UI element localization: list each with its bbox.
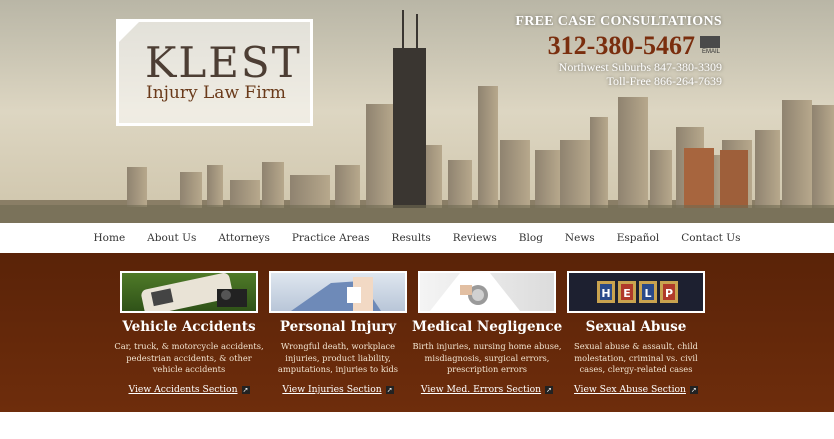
envelope-icon — [700, 36, 720, 48]
consultation-heading: FREE CASE CONSULTATIONS — [515, 14, 722, 29]
card-title: Vehicle Accidents — [122, 319, 256, 335]
medical-negligence-image[interactable] — [418, 271, 556, 313]
card-sexual-abuse: H E L P Sexual Abuse Sexual abuse & assa… — [561, 271, 711, 396]
link-text: View Med. Errors Section — [420, 384, 542, 395]
vehicle-accidents-image[interactable] — [120, 271, 258, 313]
help-letter-h: H — [601, 287, 610, 300]
stethoscope-icon — [430, 273, 520, 311]
link-text: View Accidents Section — [128, 384, 238, 395]
contact-block: FREE CASE CONSULTATIONS 312-380-5467 EMA… — [515, 14, 722, 88]
logo-name: KLEST — [145, 38, 302, 87]
nav-attorneys[interactable]: Attorneys — [207, 223, 280, 253]
external-arrow-icon: ➚ — [385, 385, 394, 394]
external-arrow-icon: ➚ — [689, 385, 698, 394]
tollfree-phone[interactable]: Toll-Free 866-264-7639 — [515, 74, 722, 88]
logo-corner-decoration — [119, 22, 139, 42]
card-title: Personal Injury — [279, 319, 397, 335]
view-sex-abuse-link[interactable]: View Sex Abuse Section ➚ — [574, 384, 698, 395]
email-link[interactable]: EMAIL — [700, 36, 722, 56]
help-letter-l: L — [644, 287, 651, 300]
card-description: Car, truck, & motorcycle accidents, pede… — [114, 341, 264, 374]
nav-blog[interactable]: Blog — [508, 223, 554, 253]
nav-about-us[interactable]: About Us — [136, 223, 207, 253]
external-arrow-icon: ➚ — [241, 385, 250, 394]
nav-espanol[interactable]: Español — [606, 223, 670, 253]
card-description: Birth injuries, nursing home abuse, misd… — [412, 341, 562, 374]
arm-bandage-icon — [291, 277, 381, 311]
help-blocks-icon: H E L P — [597, 281, 678, 303]
nav-news[interactable]: News — [554, 223, 606, 253]
nav-results[interactable]: Results — [381, 223, 442, 253]
phone-row: 312-380-5467 EMAIL — [515, 32, 722, 60]
firm-logo[interactable]: KLEST Injury Law Firm — [116, 19, 313, 126]
card-medical-negligence: Medical Negligence Birth injuries, nursi… — [412, 271, 562, 396]
view-accidents-link[interactable]: View Accidents Section ➚ — [128, 384, 250, 395]
email-label: EMAIL — [701, 49, 720, 55]
practice-areas-section: Vehicle Accidents Car, truck, & motorcyc… — [0, 253, 834, 412]
logo-tagline: Injury Law Firm — [146, 83, 286, 103]
nav-reviews[interactable]: Reviews — [442, 223, 508, 253]
link-text: View Sex Abuse Section — [574, 384, 686, 395]
northwest-phone[interactable]: Northwest Suburbs 847-380-3309 — [515, 60, 722, 74]
sexual-abuse-image[interactable]: H E L P — [567, 271, 705, 313]
nav-contact-us[interactable]: Contact Us — [670, 223, 751, 253]
link-text: View Injuries Section — [282, 384, 382, 395]
card-description: Sexual abuse & assault, child molestatio… — [574, 341, 698, 374]
nav-practice-areas[interactable]: Practice Areas — [281, 223, 381, 253]
card-vehicle-accidents: Vehicle Accidents Car, truck, & motorcyc… — [114, 271, 264, 396]
external-arrow-icon: ➚ — [545, 385, 554, 394]
view-med-errors-link[interactable]: View Med. Errors Section ➚ — [420, 384, 554, 395]
crashed-car-icon — [141, 273, 247, 311]
main-nav: Home About Us Attorneys Practice Areas R… — [0, 223, 834, 253]
card-title: Sexual Abuse — [585, 319, 687, 335]
card-personal-injury: Personal Injury Wrongful death, workplac… — [263, 271, 413, 396]
nav-home[interactable]: Home — [83, 223, 137, 253]
main-phone[interactable]: 312-380-5467 — [548, 32, 695, 60]
card-description: Wrongful death, workplace injuries, prod… — [277, 341, 399, 374]
view-injuries-link[interactable]: View Injuries Section ➚ — [282, 384, 394, 395]
card-title: Medical Negligence — [412, 319, 563, 335]
personal-injury-image[interactable] — [269, 271, 407, 313]
page-footer-blank — [0, 412, 834, 439]
help-letter-e: E — [623, 287, 631, 300]
hero-banner: KLEST Injury Law Firm FREE CASE CONSULTA… — [0, 0, 834, 223]
help-letter-p: P — [665, 287, 673, 300]
